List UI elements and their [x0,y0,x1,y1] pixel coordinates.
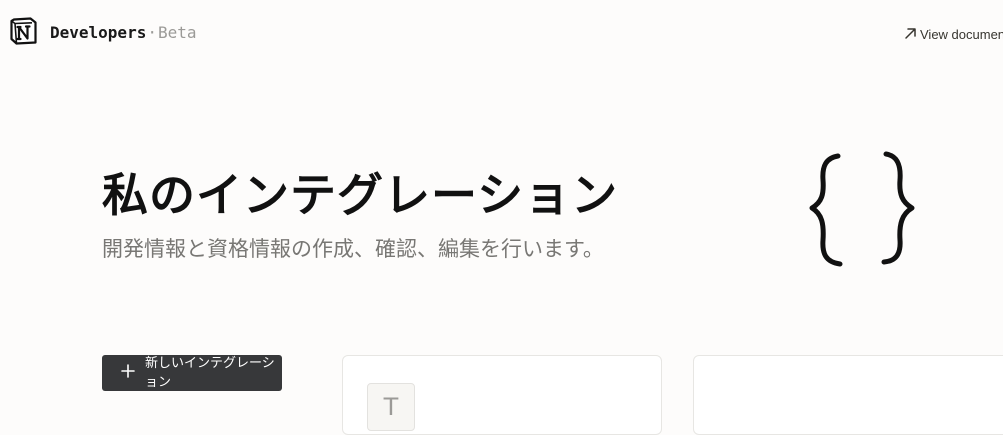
integration-avatar: T [367,383,415,431]
top-bar: Developers·Beta View documentation [0,0,1003,66]
beta-badge: Beta [157,23,197,42]
view-documentation-label: View documentation [920,27,1003,42]
new-integration-label: 新しいインテグレーション [145,356,275,390]
page-title: 私のインテグレーション [102,168,619,222]
curly-braces-icon [800,148,920,272]
notion-logo-icon[interactable] [8,16,38,46]
arrow-up-right-icon [904,27,920,44]
brand-title: Developers·Beta [50,23,197,43]
new-integration-button[interactable]: 新しいインテグレーション [102,355,282,391]
plus-icon [120,363,136,379]
page-subtitle: 開発情報と資格情報の作成、確認、編集を行います。 [102,237,604,261]
view-documentation-link[interactable]: View documentation [904,26,1003,44]
integration-card[interactable]: T [342,355,662,435]
integration-card[interactable] [693,355,1003,435]
brand-name: Developers [50,23,147,42]
brand-separator: · [147,23,157,42]
